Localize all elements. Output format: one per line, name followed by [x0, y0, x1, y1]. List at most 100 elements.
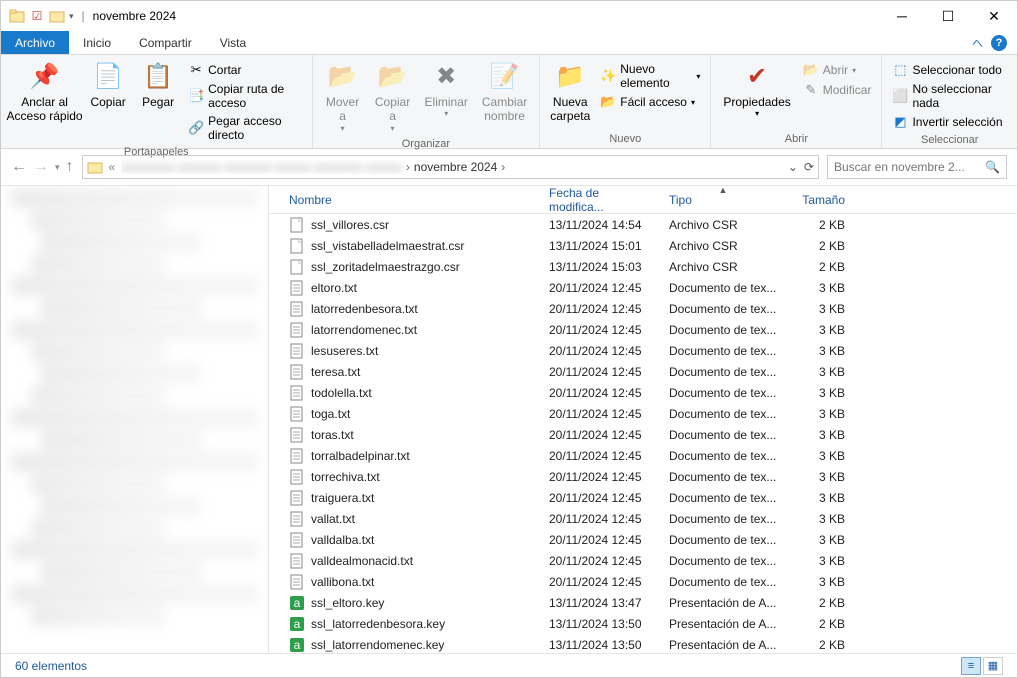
file-row[interactable]: assl_latorredenbesora.key13/11/2024 13:5… — [269, 613, 1017, 634]
ribbon-collapse-icon[interactable]: へ — [972, 35, 983, 51]
close-button[interactable]: ✕ — [971, 1, 1017, 31]
properties-button[interactable]: ✔Propiedades▾ — [719, 59, 794, 121]
address-dropdown-icon[interactable]: ⌄ — [788, 160, 798, 174]
col-size[interactable]: Tamaño — [783, 193, 863, 207]
cut-button[interactable]: ✂Cortar — [186, 61, 303, 79]
minimize-button[interactable]: ─ — [879, 1, 925, 31]
view-icons-button[interactable]: ▦ — [983, 657, 1003, 675]
file-icon — [289, 553, 305, 569]
paste-shortcut-button[interactable]: 🔗Pegar acceso directo — [186, 113, 303, 143]
rename-button[interactable]: 📝Cambiar nombre — [478, 59, 531, 126]
search-placeholder: Buscar en novembre 2... — [834, 160, 965, 174]
checkbox-quick-icon[interactable]: ☑ — [29, 8, 45, 24]
file-date: 20/11/2024 12:45 — [543, 323, 663, 337]
file-row[interactable]: lesuseres.txt20/11/2024 12:45Documento d… — [269, 340, 1017, 361]
file-name: valldalba.txt — [283, 532, 543, 548]
open-icon: 📂 — [803, 62, 819, 78]
copy-icon: 📄 — [92, 61, 124, 93]
tab-file[interactable]: Archivo — [1, 31, 69, 54]
file-size: 3 KB — [783, 323, 863, 337]
nav-tree[interactable] — [1, 186, 269, 653]
new-item-button[interactable]: ✨Nuevo elemento ▾ — [598, 61, 702, 91]
file-row[interactable]: vallat.txt20/11/2024 12:45Documento de t… — [269, 508, 1017, 529]
refresh-button[interactable]: ⟳ — [804, 160, 814, 174]
search-icon: 🔍 — [985, 160, 1000, 174]
file-row[interactable]: torralbadelpinar.txt20/11/2024 12:45Docu… — [269, 445, 1017, 466]
column-headers: Nombre Fecha de modifica... ▲Tipo Tamaño — [269, 186, 1017, 214]
folder-small-icon — [49, 8, 65, 24]
file-name: toga.txt — [283, 406, 543, 422]
file-row[interactable]: ssl_vistabelladelmaestrat.csr13/11/2024 … — [269, 235, 1017, 256]
file-size: 3 KB — [783, 554, 863, 568]
delete-button[interactable]: ✖Eliminar▾ — [421, 59, 472, 121]
file-size: 3 KB — [783, 386, 863, 400]
file-row[interactable]: valldealmonacid.txt20/11/2024 12:45Docum… — [269, 550, 1017, 571]
file-row[interactable]: teresa.txt20/11/2024 12:45Documento de t… — [269, 361, 1017, 382]
file-size: 2 KB — [783, 638, 863, 652]
file-icon — [289, 238, 305, 254]
file-row[interactable]: toga.txt20/11/2024 12:45Documento de tex… — [269, 403, 1017, 424]
file-row[interactable]: assl_eltoro.key13/11/2024 13:47Presentac… — [269, 592, 1017, 613]
file-name: toras.txt — [283, 427, 543, 443]
copyto-icon: 📂 — [377, 61, 409, 93]
move-to-button[interactable]: 📂Mover a▾ — [321, 59, 365, 135]
file-row[interactable]: assl_latorrendomenec.key13/11/2024 13:50… — [269, 634, 1017, 653]
file-row[interactable]: toras.txt20/11/2024 12:45Documento de te… — [269, 424, 1017, 445]
easy-access-button[interactable]: 📂Fácil acceso ▾ — [598, 93, 702, 111]
invert-selection-button[interactable]: ◩Invertir selección — [890, 113, 1009, 131]
tab-share[interactable]: Compartir — [125, 31, 206, 54]
status-count: 60 elementos — [15, 659, 87, 673]
copy-button[interactable]: 📄 Copiar — [86, 59, 130, 111]
paste-button[interactable]: 📋 Pegar — [136, 59, 180, 111]
recent-dropdown-icon[interactable]: ▾ — [55, 162, 60, 173]
open-button[interactable]: 📂Abrir ▾ — [801, 61, 874, 79]
col-name[interactable]: Nombre — [283, 193, 543, 207]
file-icon: a — [289, 595, 305, 611]
file-date: 13/11/2024 13:50 — [543, 617, 663, 631]
file-row[interactable]: vallibona.txt20/11/2024 12:45Documento d… — [269, 571, 1017, 592]
file-row[interactable]: ssl_zoritadelmaestrazgo.csr13/11/2024 15… — [269, 256, 1017, 277]
back-button[interactable]: ← — [11, 158, 27, 176]
col-date[interactable]: Fecha de modifica... — [543, 186, 663, 214]
new-folder-button[interactable]: 📁Nueva carpeta — [548, 59, 592, 126]
file-row[interactable]: torrechiva.txt20/11/2024 12:45Documento … — [269, 466, 1017, 487]
select-none-button[interactable]: ⬜No seleccionar nada — [890, 81, 1009, 111]
pin-quickaccess-button[interactable]: 📌 Anclar al Acceso rápido — [9, 59, 80, 126]
col-type[interactable]: ▲Tipo — [663, 193, 783, 207]
file-type: Documento de tex... — [663, 365, 783, 379]
forward-button[interactable]: → — [33, 158, 49, 176]
file-row[interactable]: latorrendomenec.txt20/11/2024 12:45Docum… — [269, 319, 1017, 340]
file-listing: Nombre Fecha de modifica... ▲Tipo Tamaño… — [269, 186, 1017, 653]
file-icon — [289, 469, 305, 485]
edit-button[interactable]: ✎Modificar — [801, 81, 874, 99]
title-bar: ☑ ▾ | novembre 2024 ─ ☐ ✕ — [1, 1, 1017, 31]
file-type: Documento de tex... — [663, 281, 783, 295]
copy-path-button[interactable]: 📑Copiar ruta de acceso — [186, 81, 303, 111]
address-bar[interactable]: « xxxxxxxxx xxxxxxx xxxxxxxx xxxxxx xxxx… — [82, 155, 819, 179]
file-row[interactable]: latorredenbesora.txt20/11/2024 12:45Docu… — [269, 298, 1017, 319]
up-button[interactable]: ↑ — [66, 158, 74, 176]
breadcrumb-current[interactable]: novembre 2024 — [414, 160, 497, 174]
tab-home[interactable]: Inicio — [69, 31, 125, 54]
view-details-button[interactable]: ≡ — [961, 657, 981, 675]
file-row[interactable]: eltoro.txt20/11/2024 12:45Documento de t… — [269, 277, 1017, 298]
select-all-icon: ⬚ — [892, 62, 908, 78]
easy-access-icon: 📂 — [600, 94, 616, 110]
help-icon[interactable]: ? — [991, 35, 1007, 51]
file-row[interactable]: traiguera.txt20/11/2024 12:45Documento d… — [269, 487, 1017, 508]
nav-bar: ← → ▾ ↑ « xxxxxxxxx xxxxxxx xxxxxxxx xxx… — [1, 149, 1017, 185]
select-all-button[interactable]: ⬚Seleccionar todo — [890, 61, 1009, 79]
copy-to-button[interactable]: 📂Copiar a▾ — [371, 59, 415, 135]
file-row[interactable]: ssl_villores.csr13/11/2024 14:54Archivo … — [269, 214, 1017, 235]
file-row[interactable]: valldalba.txt20/11/2024 12:45Documento d… — [269, 529, 1017, 550]
file-icon — [289, 259, 305, 275]
file-icon — [289, 532, 305, 548]
search-input[interactable]: Buscar en novembre 2... 🔍 — [827, 155, 1007, 179]
quickaccess-dropdown-icon[interactable]: ▾ — [69, 11, 74, 22]
tab-view[interactable]: Vista — [206, 31, 260, 54]
file-name: todolella.txt — [283, 385, 543, 401]
file-date: 20/11/2024 12:45 — [543, 281, 663, 295]
maximize-button[interactable]: ☐ — [925, 1, 971, 31]
file-date: 13/11/2024 15:03 — [543, 260, 663, 274]
file-row[interactable]: todolella.txt20/11/2024 12:45Documento d… — [269, 382, 1017, 403]
